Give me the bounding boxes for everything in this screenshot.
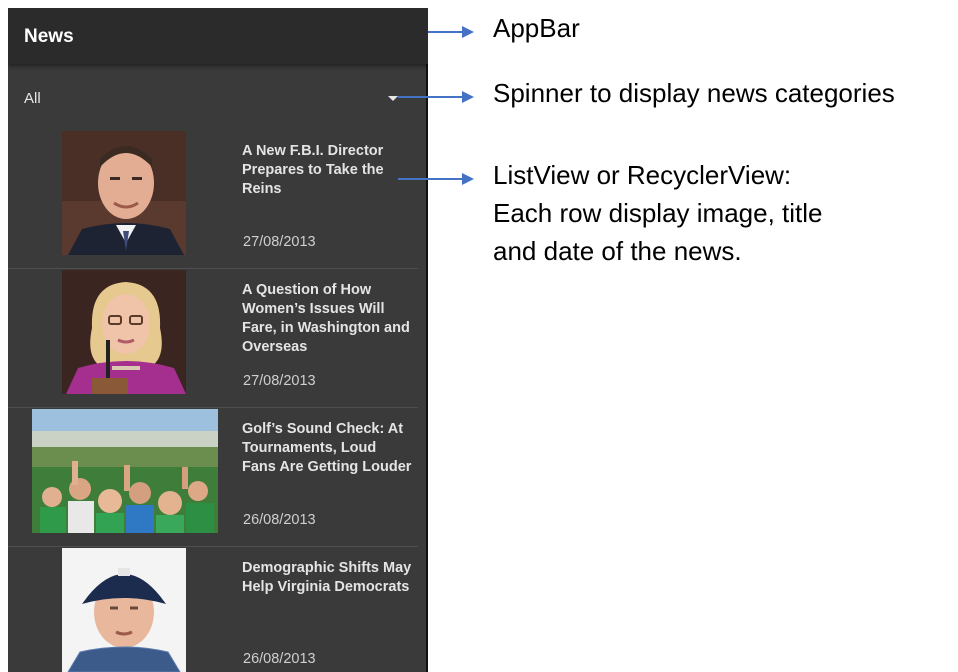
dropdown-arrow-icon	[388, 96, 398, 101]
app-bar-title: News	[24, 26, 74, 47]
portrait-image	[62, 270, 186, 394]
news-row[interactable]: A New F.B.I. Director Prepares to Take t…	[8, 130, 418, 269]
spinner-selected-value: All	[24, 90, 41, 107]
annotation-list-line: Each row display image, title	[493, 198, 823, 228]
arrow-icon	[398, 173, 474, 185]
news-thumbnail	[62, 548, 186, 672]
annotation-list: ListView or RecyclerView: Each row displ…	[493, 156, 822, 270]
news-date: 26/08/2013	[243, 512, 316, 528]
news-thumbnail	[62, 131, 186, 255]
crowd-image	[32, 409, 218, 533]
annotation-list-line: and date of the news.	[493, 236, 742, 266]
app-bar: News	[8, 8, 428, 64]
news-title: A Question of How Women’s Issues Will Fa…	[242, 282, 410, 355]
news-row[interactable]: Demographic Shifts May Help Virginia Dem…	[8, 547, 418, 672]
diagram-canvas: News All A New F.B.I. Director Prepares …	[0, 0, 958, 672]
annotation-list-line: ListView or RecyclerView:	[493, 160, 792, 190]
portrait-image	[62, 548, 186, 672]
news-title: A New F.B.I. Director Prepares to Take t…	[242, 143, 384, 197]
portrait-image	[62, 131, 186, 255]
news-thumbnail	[32, 409, 218, 533]
annotation-spinner: Spinner to display news categories	[493, 78, 895, 108]
news-date: 26/08/2013	[243, 651, 316, 667]
news-title: Golf’s Sound Check: At Tournaments, Loud…	[242, 421, 412, 475]
category-spinner[interactable]: All	[8, 64, 428, 126]
news-title: Demographic Shifts May Help Virginia Dem…	[242, 560, 412, 595]
phone-screen: News All A New F.B.I. Director Prepares …	[8, 8, 428, 672]
news-list[interactable]: A New F.B.I. Director Prepares to Take t…	[8, 130, 428, 672]
news-thumbnail	[62, 270, 186, 394]
news-row[interactable]: A Question of How Women’s Issues Will Fa…	[8, 269, 418, 408]
news-row[interactable]: Golf’s Sound Check: At Tournaments, Loud…	[8, 408, 418, 547]
news-date: 27/08/2013	[243, 234, 316, 250]
news-date: 27/08/2013	[243, 373, 316, 389]
arrow-icon	[398, 91, 474, 103]
annotation-appbar: AppBar	[493, 13, 580, 43]
